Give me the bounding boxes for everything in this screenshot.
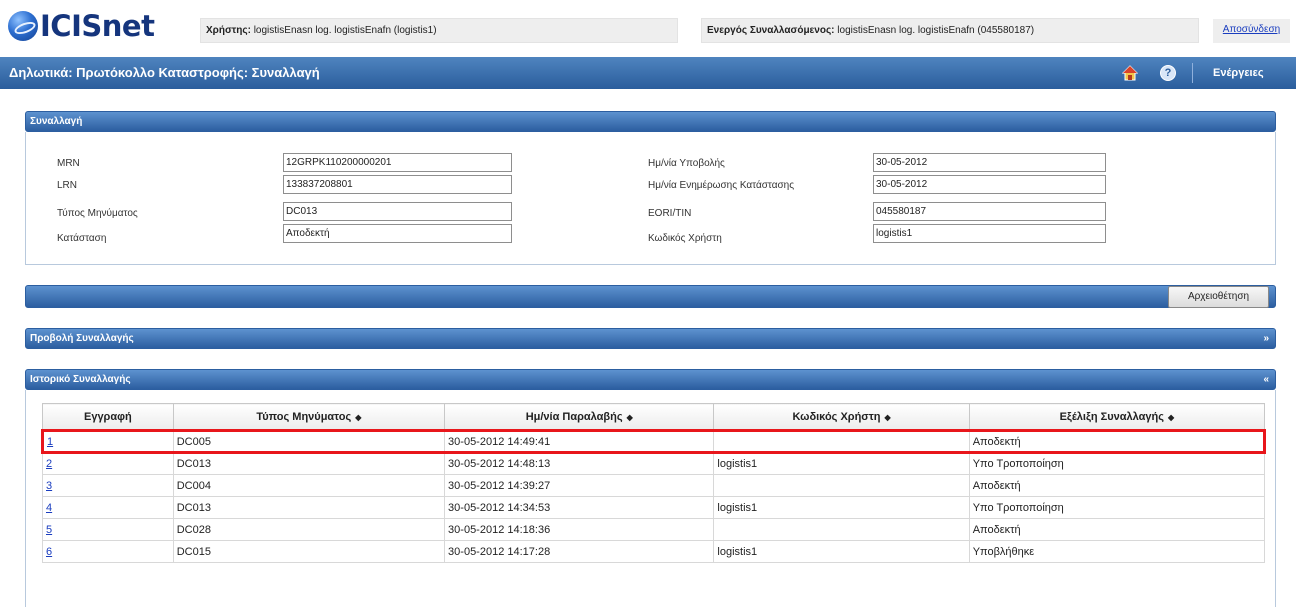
- history-table: Εγγραφή Τύπος Μηνύματος ◆ Ημ/νία Παραλαβή…: [41, 403, 1267, 563]
- cell-receipt-date: 30-05-2012 14:18:36: [444, 518, 715, 541]
- record-link[interactable]: 2: [46, 458, 52, 470]
- cell-progress: Υπο Τροποποίηση: [968, 452, 1266, 475]
- history-title: Ιστορικό Συναλλαγής: [30, 374, 131, 385]
- column-header-receipt-date[interactable]: Ημ/νία Παραλαβής ◆: [444, 403, 715, 431]
- cell-receipt-date: 30-05-2012 14:48:13: [444, 452, 715, 475]
- cell-user-code: logistis1: [713, 496, 970, 519]
- record-link[interactable]: 4: [46, 502, 52, 514]
- cell-message-type: DC004: [172, 474, 446, 497]
- cell-progress: Αποδεκτή: [968, 474, 1266, 497]
- sort-icon[interactable]: ◆: [627, 413, 633, 422]
- help-icon[interactable]: ?: [1160, 65, 1176, 81]
- cell-receipt-date: 30-05-2012 14:17:28: [444, 540, 715, 563]
- history-panel: Εγγραφή Τύπος Μηνύματος ◆ Ημ/νία Παραλαβή…: [25, 390, 1276, 607]
- active-trader-label: Ενεργός Συναλλασόμενος:: [707, 25, 835, 36]
- history-panel-header: Ιστορικό Συναλλαγής «: [25, 369, 1276, 390]
- cell-progress: Αποδεκτή: [968, 518, 1266, 541]
- cell-message-type: DC013: [172, 496, 446, 519]
- mrn-label: MRN: [57, 158, 80, 169]
- view-transaction-title: Προβολή Συναλλαγής: [30, 333, 134, 344]
- user-code-field[interactable]: logistis1: [873, 224, 1106, 243]
- cell-user-code: [713, 474, 970, 497]
- table-row: 2 DC013 30-05-2012 14:48:13 logistis1 Υπ…: [42, 452, 1266, 475]
- cell-user-code: logistis1: [713, 452, 970, 475]
- user-info: Χρήστης: logistisEnasn log. logistisEnaf…: [200, 18, 678, 43]
- status-label: Κατάσταση: [57, 233, 107, 244]
- record-link[interactable]: 6: [46, 546, 52, 558]
- submission-date-field[interactable]: 30-05-2012: [873, 153, 1106, 172]
- cell-progress: Υποβλήθηκε: [968, 540, 1266, 563]
- cell-progress: Υπο Τροποποίηση: [968, 496, 1266, 519]
- cell-message-type: DC005: [172, 429, 446, 454]
- table-row: 5 DC028 30-05-2012 14:18:36 Αποδεκτή: [42, 518, 1266, 541]
- cell-receipt-date: 30-05-2012 14:49:41: [444, 429, 715, 454]
- table-row: 1 DC005 30-05-2012 14:49:41 Αποδεκτή: [41, 429, 1267, 454]
- cell-message-type: DC028: [172, 518, 446, 541]
- column-header-progress[interactable]: Εξέλιξη Συναλλαγής ◆: [968, 403, 1266, 431]
- active-trader-info: Ενεργός Συναλλασόμενος: logistisEnasn lo…: [701, 18, 1199, 43]
- transaction-panel-header: Συναλλαγή: [25, 111, 1276, 132]
- logo: ICISnet: [8, 9, 155, 43]
- column-header-message-type[interactable]: Τύπος Μηνύματος ◆: [172, 403, 446, 431]
- eori-label: EORI/TIN: [648, 208, 692, 219]
- record-link[interactable]: 1: [47, 436, 53, 448]
- column-header-user-code[interactable]: Κωδικός Χρήστη ◆: [713, 403, 970, 431]
- lrn-field[interactable]: 133837208801: [283, 175, 512, 194]
- sort-icon[interactable]: ◆: [355, 413, 361, 422]
- action-bar: [25, 285, 1276, 308]
- status-update-date-field[interactable]: 30-05-2012: [873, 175, 1106, 194]
- divider: [1192, 63, 1193, 83]
- cell-message-type: DC013: [172, 452, 446, 475]
- cell-user-code: [713, 518, 970, 541]
- logo-text: ICISnet: [40, 9, 155, 43]
- user-value: logistisEnasn log. logistisEnafn (logist…: [253, 25, 437, 36]
- table-row: 6 DC015 30-05-2012 14:17:28 logistis1 Υπ…: [42, 540, 1266, 563]
- home-icon[interactable]: [1122, 65, 1138, 81]
- eori-field[interactable]: 045580187: [873, 202, 1106, 221]
- cell-user-code: logistis1: [713, 540, 970, 563]
- cell-receipt-date: 30-05-2012 14:39:27: [444, 474, 715, 497]
- cell-progress: Αποδεκτή: [968, 429, 1267, 454]
- active-trader-value: logistisEnasn log. logistisEnafn (045580…: [837, 25, 1035, 36]
- title-bar: Δηλωτικά: Πρωτόκολλο Καταστροφής: Συναλλ…: [0, 57, 1296, 89]
- submission-date-label: Ημ/νία Υποβολής: [648, 158, 725, 169]
- view-transaction-panel-header[interactable]: Προβολή Συναλλαγής »: [25, 328, 1276, 349]
- table-header-row: Εγγραφή Τύπος Μηνύματος ◆ Ημ/νία Παραλαβή…: [42, 403, 1266, 431]
- record-link[interactable]: 5: [46, 524, 52, 536]
- globe-icon: [8, 11, 38, 41]
- record-link[interactable]: 3: [46, 480, 52, 492]
- status-update-date-label: Ημ/νία Ενημέρωσης Κατάστασης: [648, 180, 795, 191]
- user-label: Χρήστης:: [206, 25, 251, 36]
- logout-link[interactable]: Αποσύνδεση: [1213, 19, 1290, 43]
- message-type-field[interactable]: DC013: [283, 202, 512, 221]
- collapse-icon[interactable]: «: [1263, 370, 1269, 389]
- cell-message-type: DC015: [172, 540, 446, 563]
- column-header-record: Εγγραφή: [42, 403, 174, 431]
- expand-icon[interactable]: »: [1263, 329, 1269, 348]
- lrn-label: LRN: [57, 180, 78, 191]
- top-bar: ICISnet Χρήστης: logistisEnasn log. logi…: [0, 0, 1296, 48]
- status-field[interactable]: Αποδεκτή: [283, 224, 512, 243]
- archive-button[interactable]: Αρχειοθέτηση: [1168, 286, 1269, 308]
- transaction-panel: MRN 12GRPK110200000201 LRN 133837208801 …: [25, 132, 1276, 265]
- cell-receipt-date: 30-05-2012 14:34:53: [444, 496, 715, 519]
- table-row: 4 DC013 30-05-2012 14:34:53 logistis1 Υπ…: [42, 496, 1266, 519]
- actions-menu[interactable]: Ενέργειες: [1213, 57, 1264, 89]
- mrn-field[interactable]: 12GRPK110200000201: [283, 153, 512, 172]
- message-type-label: Τύπος Μηνύματος: [57, 208, 138, 219]
- cell-user-code: [713, 429, 970, 454]
- transaction-panel-title: Συναλλαγή: [30, 116, 83, 127]
- user-code-label: Κωδικός Χρήστη: [648, 233, 722, 244]
- table-row: 3 DC004 30-05-2012 14:39:27 Αποδεκτή: [42, 474, 1266, 497]
- sort-icon[interactable]: ◆: [1168, 413, 1174, 422]
- sort-icon[interactable]: ◆: [884, 413, 890, 422]
- page-title: Δηλωτικά: Πρωτόκολλο Καταστροφής: Συναλλ…: [9, 65, 320, 80]
